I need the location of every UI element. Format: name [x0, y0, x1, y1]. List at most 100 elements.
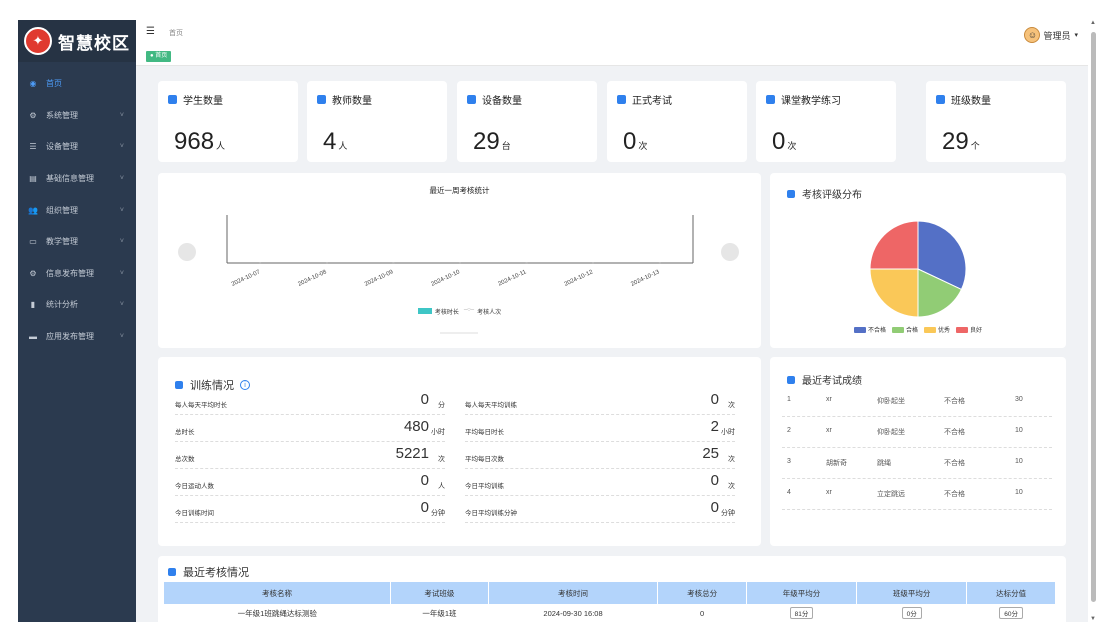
exam-cell: 立定跳远	[877, 491, 905, 498]
stat-number: 29	[942, 128, 969, 155]
exam-cell: 4	[787, 489, 791, 496]
stat-card-5[interactable]: 班级数量 29 个	[926, 81, 1066, 162]
pie-slice[interactable]	[869, 220, 919, 270]
training-stat-value: 0	[710, 472, 719, 489]
sidebar-item-8[interactable]: ▬ 应用发布管理 ˅	[18, 321, 136, 353]
user-menu[interactable]: ☺ 管理员 ▾	[1024, 27, 1078, 43]
table-cell-text: 2024-09-30 16:08	[543, 608, 603, 618]
stat-unit: 次	[787, 141, 797, 151]
sidebar-item-label: 系统管理	[46, 110, 78, 120]
table-header[interactable]: 考试班级	[390, 582, 489, 604]
training-stat-row: 每人每天平均时长 0 分	[175, 388, 445, 415]
training-stat-row: 平均每日时长 2 小时	[465, 415, 735, 442]
exam-row[interactable]: 1 xr 仰卧起坐 不合格 30	[782, 386, 1052, 417]
table-header[interactable]: 考核总分	[657, 582, 747, 604]
pie-slice[interactable]	[869, 268, 919, 318]
top-header: ☰ 首页 ● 首页 ☺ 管理员 ▾	[136, 20, 1088, 66]
exam-cell: xr	[826, 396, 832, 403]
table-header[interactable]: 考核名称	[164, 582, 392, 604]
stat-value: 968 人	[174, 128, 225, 156]
sidebar-item-6[interactable]: ⚙ 信息发布管理 ˅	[18, 258, 136, 290]
table-header[interactable]: 班级平均分	[856, 582, 968, 604]
sidebar-item-1[interactable]: ⚙ 系统管理 ˅	[18, 100, 136, 132]
sidebar-item-7[interactable]: ▮ 统计分析 ˅	[18, 289, 136, 321]
weekly-chart-svg: 2024-10-07 2024-10-08 2024-10-09 2024-10-10…	[226, 215, 694, 334]
legend-label: 合格	[905, 328, 918, 334]
pie-legend-item[interactable]: 优秀	[924, 325, 950, 334]
sidebar-item-0[interactable]: ◉ 首页	[18, 68, 136, 100]
stat-icon	[617, 95, 626, 104]
scrollbar-thumb[interactable]	[1091, 32, 1096, 602]
stat-card-0[interactable]: 学生数量 968 人	[158, 81, 298, 162]
stat-card-3[interactable]: 正式考试 0 次	[607, 81, 747, 162]
x-tick-label: 2024-10-07	[231, 269, 262, 288]
doc-icon: ▤	[29, 174, 37, 184]
legend-bar-label[interactable]: 考核时长	[435, 307, 459, 316]
brand-logo[interactable]: ✦ 智慧校区	[18, 20, 136, 62]
stat-unit: 台	[501, 141, 511, 151]
training-stat-label: 今日训练时间	[175, 510, 214, 517]
line-point[interactable]	[525, 262, 528, 264]
legend-line-label[interactable]: 考核人次	[477, 307, 501, 316]
stat-icon	[317, 95, 326, 104]
training-stat-label: 今日平均训练分钟	[465, 510, 517, 517]
line-point[interactable]	[259, 262, 262, 264]
sidebar-item-3[interactable]: ▤ 基础信息管理 ˅	[18, 163, 136, 195]
training-stat-unit: 小时	[721, 429, 735, 436]
dashboard-icon: ◉	[29, 79, 37, 89]
sidebar-item-5[interactable]: ▭ 教学管理 ˅	[18, 226, 136, 258]
training-card: 训练情况 i 每人每天平均时长 0 分总时长 480 小时 总次数 5221 次今日运动人数 0…	[158, 357, 761, 546]
table-header[interactable]: 达标分值	[966, 582, 1056, 604]
training-stat-value: 5221	[395, 445, 429, 462]
stat-card-2[interactable]: 设备数量 29 台	[457, 81, 597, 162]
list-icon: ☰	[29, 142, 37, 152]
training-stat-value: 25	[702, 445, 719, 462]
stat-number: 29	[473, 128, 500, 155]
page-scrollbar[interactable]: ▲ ▼	[1088, 20, 1098, 622]
line-point[interactable]	[459, 262, 461, 264]
line-point[interactable]	[326, 262, 328, 264]
legend-swatch	[956, 326, 969, 333]
stat-icon	[168, 95, 177, 104]
stat-title: 教师数量	[317, 92, 372, 107]
exam-cell: 不合格	[944, 460, 965, 467]
pie-legend-item[interactable]: 合格	[891, 325, 918, 334]
breadcrumb[interactable]: 首页	[169, 28, 183, 38]
exam-cell: 仰卧起坐	[877, 398, 905, 405]
weekly-chart-card: 最近一周考核统计 2024-10-07 2024-10-08 2024-10-09 2…	[158, 173, 761, 348]
sidebar-item-label: 信息发布管理	[46, 268, 94, 278]
exam-cell: 不合格	[944, 429, 965, 436]
assessment-table: 考核名称 考试班级 考核时间 考核总分 年级平均分 班级平均分 达标分值 一年级1班跳绳达标…	[164, 582, 1056, 622]
menu-toggle-icon[interactable]: ☰	[146, 26, 155, 37]
sidebar-item-2[interactable]: ☰ 设备管理 ˅	[18, 131, 136, 163]
stat-value: 0次	[623, 128, 647, 156]
user-name: 管理员	[1043, 30, 1071, 41]
exam-row[interactable]: 2 xr 仰卧起坐 不合格 10	[782, 417, 1052, 448]
table-header[interactable]: 考核时间	[488, 582, 659, 604]
pie-legend-item[interactable]: 良好	[956, 325, 982, 334]
sidebar-item-4[interactable]: 👥 组织管理 ˅	[18, 194, 136, 226]
training-stat-label: 每人每天平均时长	[175, 402, 227, 409]
line-point[interactable]	[392, 262, 395, 264]
pie-legend-item[interactable]: 不合格	[853, 325, 886, 334]
main-content: 学生数量 968 人教师数量 4 人设备数量 29 台正式考试 0 次课堂教学练习 0 次班级数量 2…	[136, 66, 1088, 622]
line-point[interactable]	[658, 262, 661, 264]
stat-card-1[interactable]: 教师数量 4 人	[307, 81, 447, 162]
calendar-icon: ▭	[29, 237, 37, 247]
table-row[interactable]: 一年级1班跳绳达标测验 一年级1班 2024-09-30 16:08 0 81分 0分 60…	[164, 604, 1056, 622]
legend-line-swatch: –○–	[463, 307, 475, 313]
tab-home[interactable]: ● 首页	[146, 51, 172, 62]
training-stat-label: 今日运动人数	[175, 483, 214, 490]
exam-cell: 不合格	[944, 398, 965, 405]
stat-card-4[interactable]: 课堂教学练习 0 次	[756, 81, 896, 162]
recent-exam-title: 最近考试成绩	[787, 372, 862, 387]
line-point[interactable]	[592, 262, 594, 264]
table-cell: 0	[658, 604, 747, 622]
training-stat-unit: 小时	[431, 429, 445, 436]
table-header[interactable]: 年级平均分	[746, 582, 858, 604]
monitor-icon: ▬	[29, 332, 37, 342]
exam-row[interactable]: 3 胡新奇 跳绳 不合格 10	[782, 448, 1052, 479]
training-stat-value: 2	[710, 418, 719, 435]
exam-row[interactable]: 4 xr 立定跳远 不合格 10	[782, 479, 1052, 510]
sidebar-item-label: 应用发布管理	[46, 332, 94, 342]
